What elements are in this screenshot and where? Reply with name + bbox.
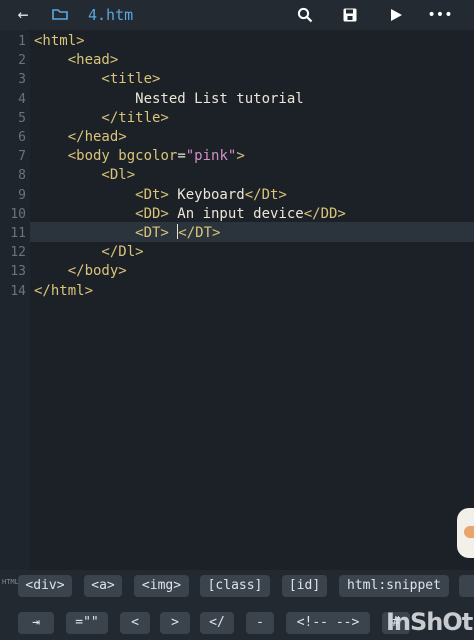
code-line[interactable]: </body> <box>34 262 127 281</box>
line-number: 11 <box>10 226 26 241</box>
code-token: </DT> <box>178 225 221 241</box>
html-side-tab[interactable]: HTML <box>2 578 19 634</box>
code-line[interactable]: <html> <box>34 32 85 51</box>
code-token: <DD> <box>34 205 169 222</box>
code-token: Keyboard <box>168 186 245 203</box>
key-class[interactable]: [class] <box>200 575 270 597</box>
key-id[interactable]: [id] <box>282 575 327 597</box>
line-number: 1 <box>18 34 26 49</box>
key-greater-than[interactable]: > <box>160 612 190 634</box>
code-line[interactable]: </head> <box>34 128 127 147</box>
line-number: 4 <box>18 91 26 107</box>
key-overflow[interactable] <box>459 575 474 597</box>
key-div[interactable]: <div> <box>18 575 72 597</box>
line-number: 14 <box>10 283 26 299</box>
line-number: 5 <box>18 110 26 126</box>
code-token: <Dt> <box>34 186 169 203</box>
line-number: 3 <box>18 72 26 88</box>
code-token: </body> <box>34 263 127 280</box>
code-line[interactable]: <DT> </DT> <box>34 224 220 243</box>
folder-icon[interactable] <box>52 8 68 20</box>
shortcut-keyboard-bar: HTML <div> <a> <img> [class] [id] html:s… <box>0 570 474 640</box>
key-less-than[interactable]: < <box>120 612 150 634</box>
line-number: 9 <box>18 187 26 203</box>
key-img[interactable]: <img> <box>134 575 189 597</box>
floating-bubble-icon[interactable] <box>457 508 474 558</box>
code-line[interactable]: <Dt> Keyboard</Dt> <box>34 186 287 205</box>
file-name[interactable]: 4.htm <box>88 6 133 24</box>
key-tab[interactable]: ⇥ <box>18 612 54 634</box>
code-token: <body <box>34 148 119 165</box>
code-editor[interactable]: 1 2 3 4 5 6 7 8 9 10 11 12 13 14 <html> <head> <title… <box>0 30 474 570</box>
line-number-gutter: 1 2 3 4 5 6 7 8 9 10 11 12 13 14 <box>0 30 30 570</box>
line-number: 12 <box>10 245 26 261</box>
code-token: "pink" <box>185 148 237 165</box>
code-token: </title> <box>34 109 169 126</box>
code-line[interactable]: <title> <box>34 70 160 89</box>
code-token: </Dt> <box>244 186 287 203</box>
code-token: </html> <box>34 282 94 299</box>
key-attr-quotes[interactable]: ="" <box>66 612 108 634</box>
code-token: </head> <box>34 129 127 145</box>
code-token: <html> <box>34 33 85 49</box>
code-token: Nested List tutorial <box>34 90 304 107</box>
code-token: <title> <box>34 71 161 88</box>
key-dash[interactable]: - <box>246 612 274 634</box>
key-a[interactable]: <a> <box>84 575 122 597</box>
play-icon[interactable] <box>385 5 407 25</box>
code-line[interactable]: <body bgcolor="pink"> <box>34 147 245 166</box>
code-token: = <box>177 148 186 165</box>
key-html-snippet[interactable]: html:snippet <box>339 575 449 597</box>
line-number: 10 <box>10 206 26 222</box>
line-number: 2 <box>18 53 26 69</box>
code-line[interactable]: </html> <box>34 282 93 301</box>
code-token: bgcolor <box>118 148 178 165</box>
more-icon[interactable]: ••• <box>427 5 452 25</box>
code-token: <Dl> <box>34 167 136 184</box>
key-comment[interactable]: <!-- --> <box>286 612 370 634</box>
code-token: <DT> <box>34 225 169 241</box>
code-line[interactable]: <Dl> <box>34 166 135 185</box>
line-number: 8 <box>18 168 26 184</box>
code-line[interactable]: </Dl> <box>34 243 144 262</box>
search-icon[interactable] <box>294 5 316 25</box>
app-toolbar: ← 4.htm ••• <box>0 0 474 30</box>
watermark-text: InShOt <box>386 608 473 636</box>
save-icon[interactable] <box>339 5 361 25</box>
code-token: </DD> <box>303 205 346 222</box>
line-number: 7 <box>18 149 26 165</box>
code-token: <head> <box>34 52 119 69</box>
code-token: An input device <box>168 205 304 222</box>
line-number: 13 <box>10 264 26 280</box>
code-token: > <box>236 148 245 165</box>
code-token: </Dl> <box>34 244 144 261</box>
key-close-tag[interactable]: </ <box>200 612 234 634</box>
code-line[interactable]: </title> <box>34 109 169 128</box>
back-arrow-icon[interactable]: ← <box>12 5 34 25</box>
code-line[interactable]: <head> <box>34 51 119 70</box>
code-line[interactable]: Nested List tutorial <box>34 90 304 109</box>
code-line[interactable]: <DD> An input device</DD> <box>34 205 346 224</box>
line-number: 6 <box>18 130 26 145</box>
